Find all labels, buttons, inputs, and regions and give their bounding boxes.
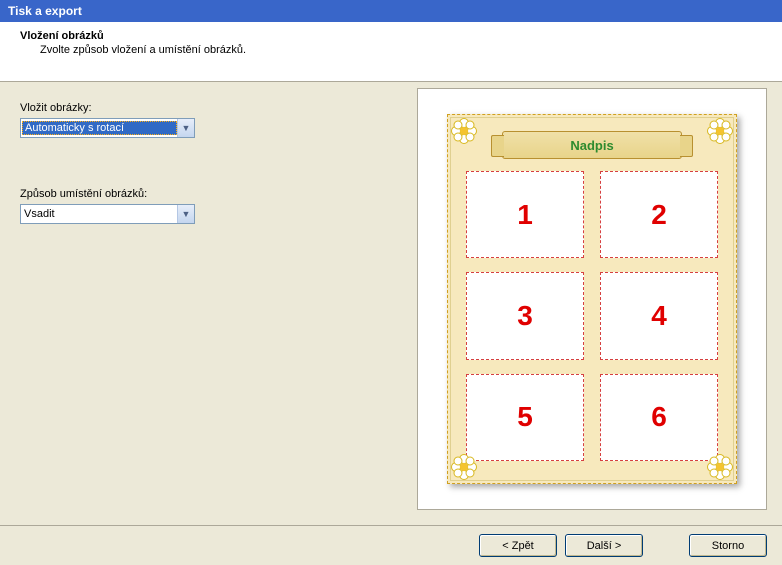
flower-icon [706, 117, 734, 145]
insert-images-value: Automaticky s rotací [22, 121, 177, 135]
template-banner: Nadpis [502, 131, 682, 159]
placement-select[interactable]: Vsadit ▼ [20, 204, 195, 224]
template-page: Nadpis 1 2 3 4 5 6 [447, 114, 737, 484]
template-cell: 5 [466, 374, 584, 461]
settings-column: Vložit obrázky: Automaticky s rotací ▼ Z… [20, 102, 220, 224]
wizard-header: Vložení obrázků Zvolte způsob vložení a … [0, 22, 782, 82]
preview-panel: Nadpis 1 2 3 4 5 6 [417, 88, 767, 510]
placement-label: Způsob umístění obrázků: [20, 188, 220, 200]
insert-images-select[interactable]: Automaticky s rotací ▼ [20, 118, 195, 138]
next-button[interactable]: Další > [565, 534, 643, 557]
template-cell: 1 [466, 171, 584, 258]
template-cell: 4 [600, 272, 718, 359]
banner-text: Nadpis [570, 138, 613, 153]
window-titlebar: Tisk a export [0, 0, 782, 22]
flower-icon [450, 453, 478, 481]
chevron-down-icon: ▼ [177, 119, 194, 137]
template-cell: 6 [600, 374, 718, 461]
cancel-button[interactable]: Storno [689, 534, 767, 557]
flower-icon [706, 453, 734, 481]
window-title: Tisk a export [8, 4, 82, 18]
template-cell: 3 [466, 272, 584, 359]
template-cell: 2 [600, 171, 718, 258]
header-subtitle: Zvolte způsob vložení a umístění obrázků… [40, 44, 762, 56]
insert-images-label: Vložit obrázky: [20, 102, 220, 114]
chevron-down-icon: ▼ [177, 205, 194, 223]
wizard-buttons: < Zpět Další > Storno [0, 525, 782, 565]
back-button[interactable]: < Zpět [479, 534, 557, 557]
placement-value: Vsadit [21, 208, 177, 220]
flower-icon [450, 117, 478, 145]
template-grid: 1 2 3 4 5 6 [466, 171, 718, 461]
header-title: Vložení obrázků [20, 30, 762, 42]
wizard-content: Vložit obrázky: Automaticky s rotací ▼ Z… [0, 82, 782, 522]
